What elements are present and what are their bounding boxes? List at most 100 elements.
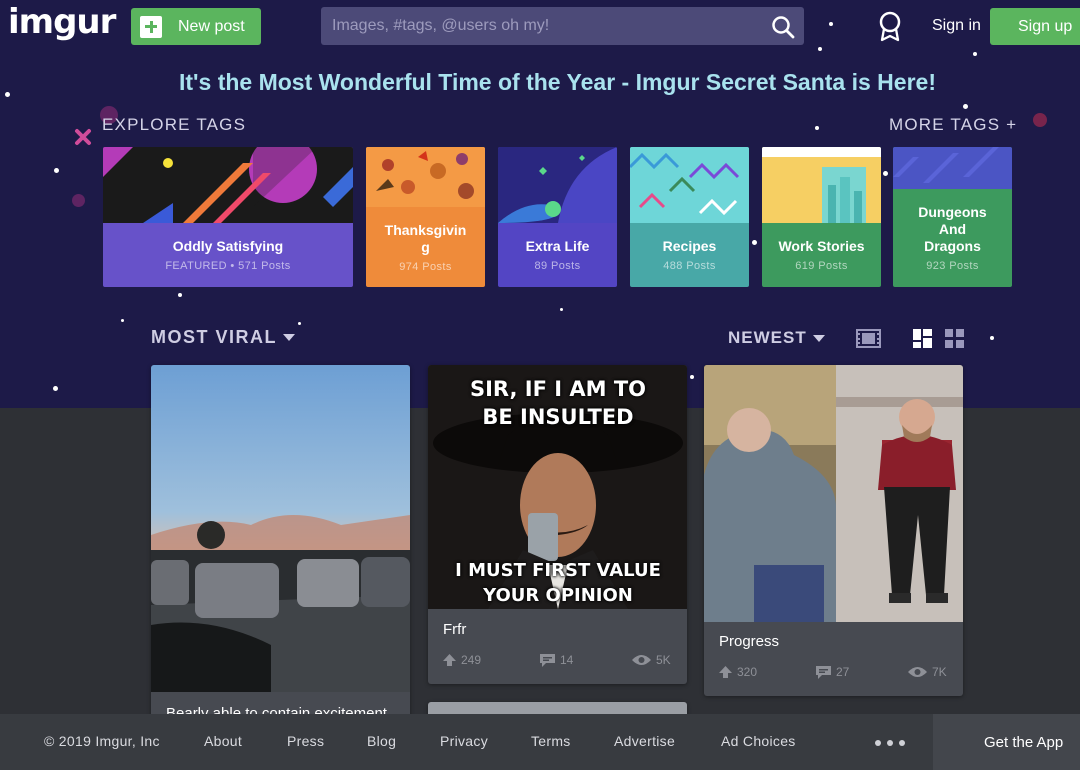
order-sort-label: NEWEST xyxy=(728,328,807,347)
tag-name: Recipes xyxy=(662,238,717,254)
tag-art-image xyxy=(366,147,485,207)
orb-decoration xyxy=(72,194,85,207)
post-stats: 320 27 7K xyxy=(719,665,947,679)
star-decoration xyxy=(690,375,694,379)
upvote-stat[interactable]: 320 xyxy=(719,665,816,679)
tag-art-image xyxy=(762,147,881,223)
imgur-logo[interactable]: imgur xyxy=(8,2,116,42)
sign-up-button[interactable]: Sign up xyxy=(990,8,1080,45)
post-image xyxy=(151,365,410,692)
star-decoration xyxy=(54,168,59,173)
comment-icon[interactable] xyxy=(540,653,555,667)
meme-caption-bottom: I MUST FIRST VALUE YOUR OPINION xyxy=(455,560,661,606)
comment-count: 14 xyxy=(560,653,574,667)
new-post-label: New post xyxy=(178,17,245,35)
film-strip-view-icon[interactable] xyxy=(856,329,881,348)
tag-post-count: 619 Posts xyxy=(795,260,848,272)
chevron-down-icon xyxy=(812,334,825,342)
upvote-stat[interactable]: 249 xyxy=(443,653,540,667)
get-the-app-button[interactable]: Get the App xyxy=(933,714,1080,770)
footer-link-advertise[interactable]: Advertise xyxy=(614,733,675,749)
tag-post-count: 974 Posts xyxy=(399,260,452,273)
view-stat: 5K xyxy=(632,653,671,667)
tag-name: Thanksgivin g xyxy=(384,221,467,255)
star-decoration xyxy=(298,322,301,325)
tag-art-image xyxy=(630,147,749,223)
uniform-grid-icon[interactable] xyxy=(945,329,964,348)
eye-icon xyxy=(632,655,651,665)
upvote-count: 249 xyxy=(461,653,482,667)
footer-link-terms[interactable]: Terms xyxy=(531,733,571,749)
tag-name: Oddly Satisfying xyxy=(172,238,284,254)
tag-card-recipes[interactable]: Recipes 488 Posts xyxy=(630,147,749,287)
comment-icon[interactable] xyxy=(816,665,831,679)
search-input[interactable] xyxy=(321,7,761,45)
footer-link-privacy[interactable]: Privacy xyxy=(440,733,488,749)
star-decoration xyxy=(818,47,822,51)
upvote-arrow-icon[interactable] xyxy=(719,666,732,678)
tag-card-oddly-satisfying[interactable]: Oddly Satisfying FEATURED • 571 Posts xyxy=(103,147,353,287)
footer-link-press[interactable]: Press xyxy=(287,733,324,749)
star-decoration xyxy=(815,126,819,130)
eye-icon xyxy=(908,667,927,677)
tag-post-count: FEATURED • 571 Posts xyxy=(165,260,291,272)
star-decoration xyxy=(560,308,563,311)
post-title[interactable]: Frfr xyxy=(443,621,466,638)
comment-count: 27 xyxy=(836,665,850,679)
tag-name: Extra Life xyxy=(525,238,590,254)
star-decoration xyxy=(121,319,124,322)
more-options-icon[interactable] xyxy=(875,740,905,746)
tag-art-image xyxy=(893,147,1012,189)
footer-bar: © 2019 Imgur, Inc About Press Blog Priva… xyxy=(0,714,1080,770)
explore-tags-heading: EXPLORE TAGS xyxy=(102,115,247,134)
tag-card-work-stories[interactable]: Work Stories 619 Posts xyxy=(762,147,881,287)
star-decoration xyxy=(829,22,833,26)
tag-name: Work Stories xyxy=(778,238,865,254)
star-decoration xyxy=(178,293,182,297)
order-sort-dropdown[interactable]: NEWEST xyxy=(728,328,825,348)
post-image xyxy=(704,365,963,622)
upvote-arrow-icon[interactable] xyxy=(443,654,456,666)
star-decoration xyxy=(973,52,977,56)
star-decoration xyxy=(990,336,994,340)
post-stats: 249 14 5K xyxy=(443,653,671,667)
tag-post-count: 89 Posts xyxy=(534,260,581,272)
promo-banner[interactable]: It's the Most Wonderful Time of the Year… xyxy=(0,69,1080,96)
view-stat: 7K xyxy=(908,665,947,679)
tag-post-count: 923 Posts xyxy=(926,260,979,272)
tag-card-extra-life[interactable]: Extra Life 89 Posts xyxy=(498,147,617,287)
post-title[interactable]: Progress xyxy=(719,633,779,650)
more-tags-link[interactable]: MORE TAGS + xyxy=(889,115,1017,135)
meme-caption-top: SIR, IF I AM TO BE INSULTED xyxy=(469,377,647,429)
tag-post-count: 488 Posts xyxy=(663,260,716,272)
sparkle-icon xyxy=(75,129,91,145)
sign-in-link[interactable]: Sign in xyxy=(932,17,981,35)
tag-card-dungeons-and-dragons[interactable]: Dungeons And Dragons 923 Posts xyxy=(893,147,1012,287)
star-decoration xyxy=(883,171,888,176)
plus-icon xyxy=(140,15,162,38)
chevron-down-icon xyxy=(283,334,295,341)
post-card[interactable]: SIR, IF I AM TO BE INSULTED I MUST FIRST… xyxy=(428,365,687,684)
award-ribbon-icon[interactable] xyxy=(877,10,903,42)
section-sort-label: MOST VIRAL xyxy=(151,327,277,347)
new-post-button[interactable]: New post xyxy=(131,8,261,45)
tag-card-thanksgiving[interactable]: Thanksgivin g 974 Posts xyxy=(366,147,485,287)
tag-art-image xyxy=(103,147,353,223)
search-icon[interactable] xyxy=(771,15,795,39)
star-decoration xyxy=(53,386,58,391)
footer-link-about[interactable]: About xyxy=(204,733,242,749)
post-card[interactable]: Progress 320 27 7K xyxy=(704,365,963,696)
section-sort-dropdown[interactable]: MOST VIRAL xyxy=(151,327,295,348)
footer-link-ad-choices[interactable]: Ad Choices xyxy=(721,733,796,749)
footer-link-blog[interactable]: Blog xyxy=(367,733,396,749)
comment-stat[interactable]: 27 xyxy=(816,665,908,679)
view-count: 7K xyxy=(932,665,947,679)
comment-stat[interactable]: 14 xyxy=(540,653,632,667)
waterfall-grid-icon[interactable] xyxy=(913,329,932,348)
star-decoration xyxy=(963,104,968,109)
search-bar[interactable] xyxy=(321,7,804,45)
tag-art-image xyxy=(498,147,617,223)
post-card[interactable]: Bearly able to contain excitement xyxy=(151,365,410,725)
orb-decoration xyxy=(1033,113,1047,127)
view-count: 5K xyxy=(656,653,671,667)
